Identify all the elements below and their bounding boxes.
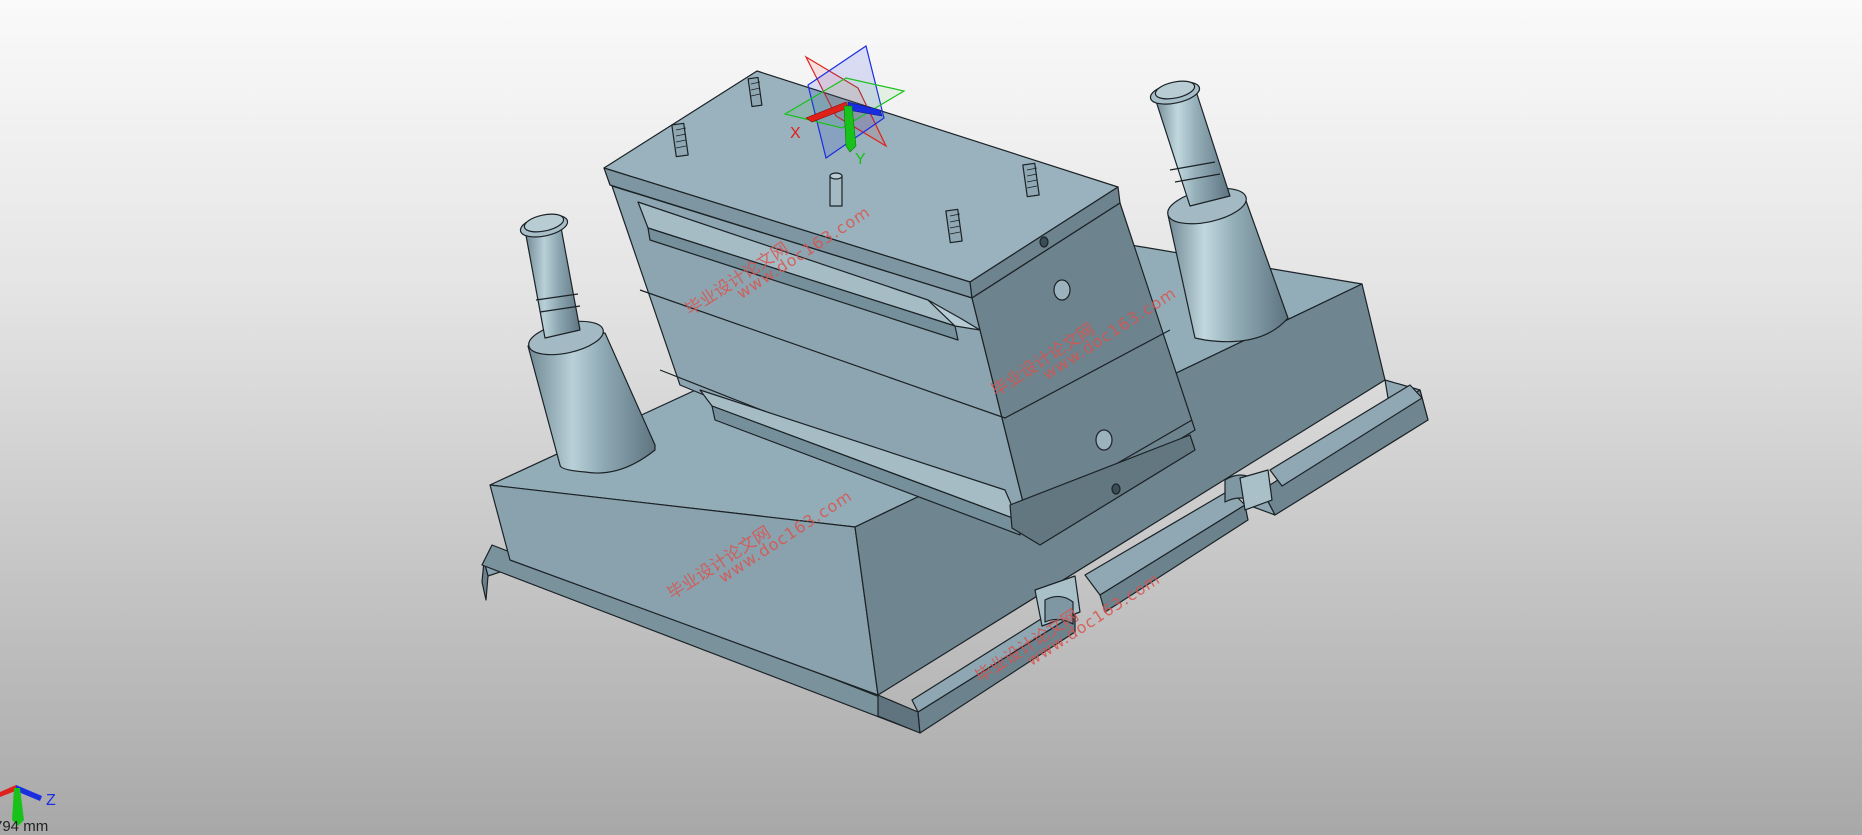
- cad-3d-viewport[interactable]: X Y 毕业设计论文网 www.doc163.com 毕业设计论文网 www.d…: [0, 0, 1862, 835]
- y-axis-label: Y: [855, 151, 866, 168]
- x-axis-label: X: [790, 125, 801, 142]
- stamping-die-model[interactable]: [481, 70, 1429, 734]
- view-scale-label: 794 mm: [0, 818, 49, 835]
- corner-z-axis-label: Z: [46, 792, 56, 809]
